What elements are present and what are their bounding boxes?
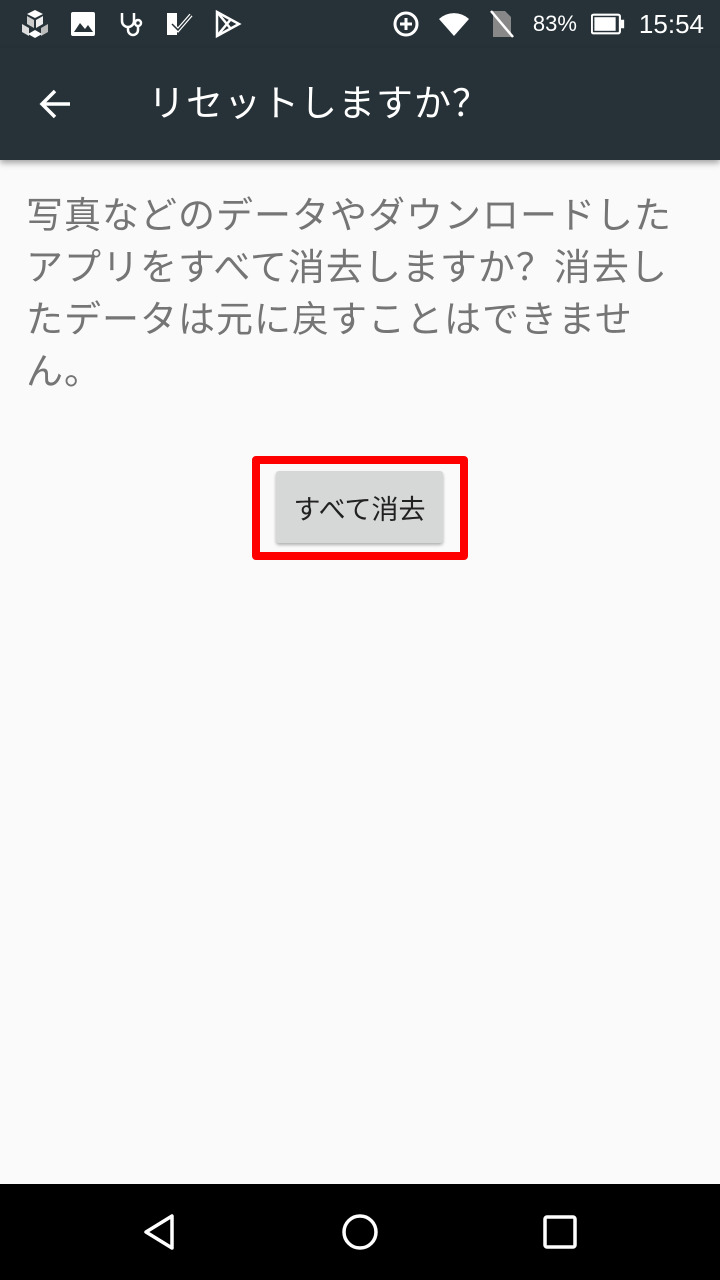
arrow-back-icon: [39, 89, 70, 119]
nav-back-button[interactable]: [120, 1202, 200, 1262]
image-icon: [66, 8, 100, 40]
page-title: リセットしますか？: [148, 82, 490, 125]
status-bar: 83% 15:54: [0, 0, 720, 48]
app-bar: リセットしますか？: [0, 48, 720, 160]
battery-icon: [590, 8, 625, 40]
back-triangle-icon: [144, 1214, 174, 1250]
erase-all-button[interactable]: すべて消去: [276, 471, 443, 543]
reset-description: 写真などのデータやダウンロードしたアプリをすべて消去しますか？消去したデータは元…: [26, 194, 672, 393]
main-content: 写真などのデータやダウンロードしたアプリをすべて消去しますか？消去したデータは元…: [26, 190, 696, 398]
navigation-bar: [0, 1184, 720, 1280]
back-button[interactable]: [20, 76, 92, 132]
clock: 15:54: [638, 8, 704, 39]
home-circle-icon: [342, 1214, 378, 1250]
nav-home-button[interactable]: [320, 1202, 400, 1262]
notification-icons: [18, 8, 244, 40]
battery-percent: 83%: [532, 11, 577, 36]
nav-recents-button[interactable]: [520, 1202, 600, 1262]
system-status: 83% 15:54: [389, 0, 704, 48]
play-store-icon: [210, 8, 244, 40]
recents-square-icon: [543, 1215, 577, 1249]
cube-icon: [18, 8, 52, 40]
wifi-icon: [437, 8, 471, 40]
data-saver-icon: [389, 8, 423, 40]
no-sim-icon: [485, 8, 519, 40]
check-app-icon: [162, 8, 196, 40]
stethoscope-icon: [114, 8, 148, 40]
